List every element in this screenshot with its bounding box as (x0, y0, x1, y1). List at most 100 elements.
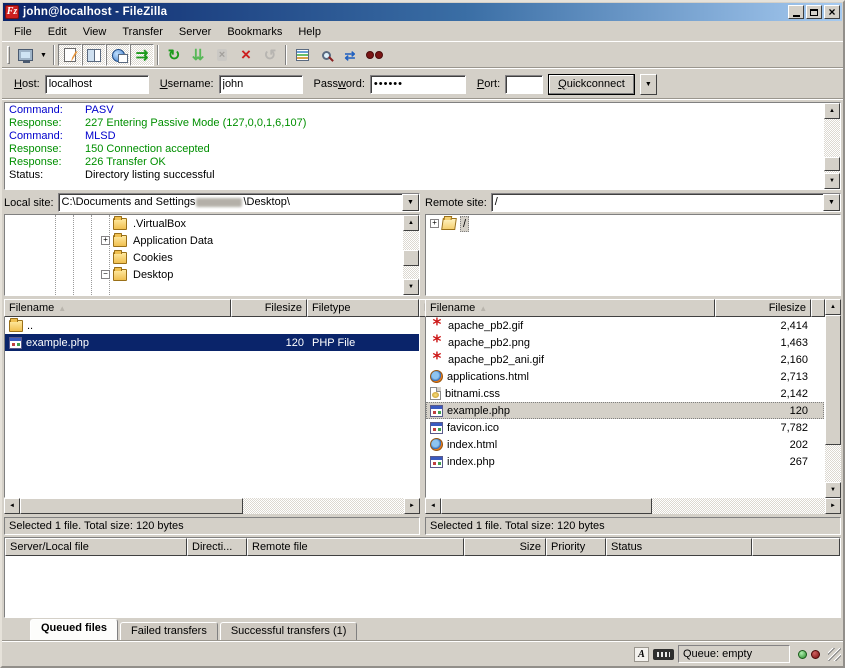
file-row[interactable]: bitnami.css2,142 (426, 385, 824, 402)
queue-column-status[interactable]: Status (606, 538, 752, 556)
scroll-up-icon[interactable]: ▲ (824, 103, 840, 119)
tree-item[interactable]: +/ (426, 215, 840, 232)
disconnect-button[interactable]: × (234, 44, 258, 66)
local-hscrollbar[interactable]: ◄ ► (4, 498, 420, 514)
toggle-queue-button[interactable]: ⇉ (130, 44, 154, 66)
scroll-right-icon[interactable]: ► (404, 498, 420, 514)
queue-column-remotefile[interactable]: Remote file (247, 538, 464, 556)
password-input[interactable] (370, 75, 466, 94)
remote-hscroll-thumb[interactable] (441, 498, 652, 514)
toggle-remote-tree-button[interactable] (106, 44, 130, 66)
menu-item-view[interactable]: View (75, 23, 115, 41)
maximize-button[interactable] (806, 5, 822, 19)
queue-column-size[interactable]: Size (464, 538, 546, 556)
tab-queued-files[interactable]: Queued files (30, 619, 118, 640)
title-bar[interactable]: Fz john@localhost - FileZilla × (3, 3, 842, 21)
collapse-icon[interactable]: − (101, 270, 110, 279)
file-row[interactable]: .. (5, 317, 419, 334)
menu-item-server[interactable]: Server (171, 23, 219, 41)
column-header-filesize[interactable]: Filesize (715, 299, 811, 317)
site-manager-dropdown[interactable]: ▼ (37, 44, 50, 66)
port-input[interactable] (505, 75, 543, 94)
local-path-combo[interactable]: C:\Documents and Settings\Desktop\ ▼ (58, 193, 420, 212)
remote-path-dropdown[interactable]: ▼ (823, 194, 840, 211)
column-header-filetype[interactable]: Filetype (307, 299, 419, 317)
quickconnect-dropdown[interactable]: ▼ (640, 74, 657, 95)
close-button[interactable]: × (824, 5, 840, 19)
file-row[interactable]: favicon.ico7,782 (426, 419, 824, 436)
queue-column-priority[interactable]: Priority (546, 538, 606, 556)
cancel-button[interactable]: × (210, 44, 234, 66)
scroll-down-icon[interactable]: ▼ (825, 482, 841, 498)
file-row[interactable]: applications.html2,713 (426, 368, 824, 385)
tree-item[interactable]: +Application Data (5, 232, 403, 249)
quickconnect-button[interactable]: Quickconnect (548, 74, 635, 95)
toggle-local-tree-button[interactable] (82, 44, 106, 66)
file-row[interactable]: example.php120PHP File1 (5, 334, 419, 351)
file-row[interactable]: *apache_pb2.png1,463 (426, 334, 824, 351)
tree-item[interactable]: .VirtualBox (5, 215, 403, 232)
remote-hscrollbar[interactable]: ◄ ► (425, 498, 841, 514)
speed-limit-icon[interactable] (653, 649, 674, 660)
queue-column-serverlocalfile[interactable]: Server/Local file (5, 538, 187, 556)
remote-vscrollbar[interactable]: ▲ ▼ (825, 299, 841, 498)
scroll-up-icon[interactable]: ▲ (403, 215, 419, 231)
log-line-label: Response: (9, 156, 85, 169)
sync-browse-button[interactable]: ⇄ (338, 44, 362, 66)
remote-tree: +/ (426, 215, 840, 295)
site-manager-button[interactable] (13, 44, 37, 66)
remote-path-combo[interactable]: / ▼ (491, 193, 841, 212)
tree-item[interactable]: Cookies (5, 249, 403, 266)
column-header-filename[interactable]: Filename▲ (4, 299, 231, 317)
expand-icon[interactable]: + (430, 219, 439, 228)
datatype-icon[interactable]: A (634, 647, 649, 662)
log-vscroll-thumb[interactable] (824, 157, 840, 171)
reconnect-button[interactable]: ↺ (258, 44, 282, 66)
column-header-label: Remote file (252, 541, 308, 553)
host-input[interactable] (45, 75, 149, 94)
local-tree-vscroll-thumb[interactable] (403, 250, 419, 266)
remote-vscroll-thumb[interactable] (825, 315, 841, 445)
minimize-button[interactable] (788, 5, 804, 19)
column-header-filesize[interactable]: Filesize (231, 299, 307, 317)
local-hscroll-thumb[interactable] (20, 498, 243, 514)
file-row[interactable]: *apache_pb2_ani.gif2,160 (426, 351, 824, 368)
username-input[interactable] (219, 75, 303, 94)
file-row[interactable]: *apache_pb2.gif2,414 (426, 317, 824, 334)
menu-item-edit[interactable]: Edit (40, 23, 75, 41)
tree-item[interactable]: −Desktop (5, 266, 403, 283)
scroll-left-icon[interactable]: ◄ (425, 498, 441, 514)
scroll-right-icon[interactable]: ► (825, 498, 841, 514)
process-queue-button[interactable]: ⇊ (186, 44, 210, 66)
refresh-button[interactable]: ↻ (162, 44, 186, 66)
file-row[interactable]: index.html202 (426, 436, 824, 453)
menu-item-help[interactable]: Help (290, 23, 329, 41)
resize-grip[interactable] (828, 648, 841, 661)
scroll-down-icon[interactable]: ▼ (403, 279, 419, 295)
local-path-dropdown[interactable]: ▼ (402, 194, 419, 211)
menu-item-transfer[interactable]: Transfer (114, 23, 171, 41)
expand-icon[interactable]: + (101, 236, 110, 245)
queue-column-directi[interactable]: Directi... (187, 538, 247, 556)
file-row[interactable]: example.php120 (426, 402, 824, 419)
filter-icon (296, 49, 309, 61)
menu-item-file[interactable]: File (6, 23, 40, 41)
column-header-filename[interactable]: Filename▲ (425, 299, 715, 317)
tab-failed-transfers[interactable]: Failed transfers (120, 622, 218, 640)
local-tree-vscrollbar[interactable]: ▲ ▼ (403, 215, 419, 295)
find-files-button[interactable] (362, 44, 386, 66)
tab-successful-transfers-[interactable]: Successful transfers (1) (220, 622, 358, 640)
scroll-left-icon[interactable]: ◄ (4, 498, 20, 514)
toolbar-grip[interactable] (7, 46, 10, 64)
log-vscrollbar[interactable]: ▲ ▼ (824, 103, 840, 189)
chevron-down-icon: ▼ (828, 199, 835, 206)
toggle-message-log-button[interactable] (58, 44, 82, 66)
menu-item-bookmarks[interactable]: Bookmarks (219, 23, 290, 41)
compare-button[interactable] (314, 44, 338, 66)
file-name: example.php (447, 405, 510, 417)
log-vscroll-track[interactable] (824, 119, 840, 173)
scroll-up-icon[interactable]: ▲ (825, 299, 841, 315)
filter-button[interactable] (290, 44, 314, 66)
file-row[interactable]: index.php267 (426, 453, 824, 470)
scroll-down-icon[interactable]: ▼ (824, 173, 840, 189)
